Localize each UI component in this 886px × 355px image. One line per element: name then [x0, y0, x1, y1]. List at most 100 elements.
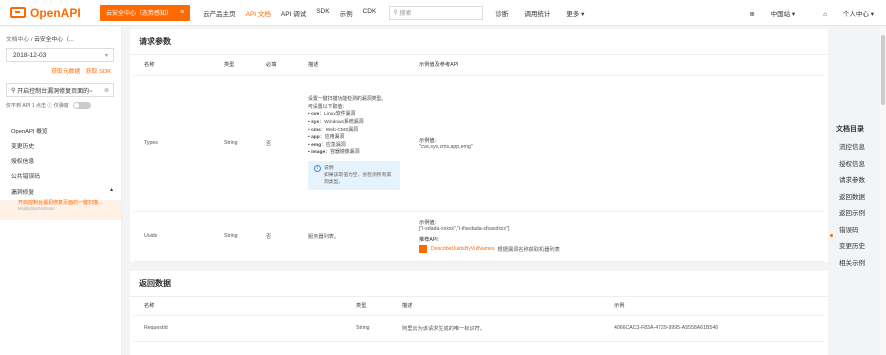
region-label: 中国站 ▾: [770, 10, 796, 18]
table-row: Uuids String 否 服务器列表。 示例值： ["i-sdada-xxx…: [134, 211, 824, 262]
toc-item-response-data[interactable]: 返回数据: [836, 191, 865, 201]
nav-sdk[interactable]: SDK: [316, 8, 329, 18]
sidebar-links: 获取元数据 获取 SDK: [47, 66, 111, 75]
top-navigation-bar: OpenAPI 云安全中心（态势感知） ≡ 云产品主页 API 文档 API 调…: [0, 0, 886, 26]
clear-icon[interactable]: ⊗: [104, 87, 109, 94]
api-filter-input[interactable]: ⚲ 开启控制台漏洞修复页面的~ ⊗: [6, 83, 114, 97]
list-item: sys：Windows系统漏洞: [308, 119, 409, 127]
toc-item-auth[interactable]: 授权信息: [836, 158, 865, 168]
list-item: app：应用漏洞: [308, 134, 409, 142]
selected-item-subtitle: ModifyStartVulScan: [18, 206, 55, 211]
col-description: 描述: [392, 297, 604, 316]
table-header-row: 名称 类型 描述 示例: [134, 297, 824, 316]
col-required: 必填: [256, 55, 298, 76]
col-example: 示例: [604, 297, 824, 316]
table-header-row: 名称 类型 必填 描述 示例值及参考API: [134, 55, 824, 76]
get-sdk-link[interactable]: 获取 SDK: [86, 69, 111, 75]
globe-icon: ⊕: [749, 10, 757, 18]
toc-item-error-codes[interactable]: 错误码: [836, 224, 865, 234]
region-selector[interactable]: ⊕ 中国站 ▾: [735, 8, 795, 18]
nav-cdk[interactable]: CDK: [363, 8, 377, 18]
col-description: 描述: [298, 55, 409, 76]
sidebar-group-label: 漏洞修复: [11, 190, 35, 196]
get-metadata-link[interactable]: 获取元数据: [51, 69, 80, 75]
sidebar-item-overview[interactable]: OpenAPI 概览: [11, 126, 48, 135]
toc-item-changelog[interactable]: 变更历史: [836, 240, 865, 250]
toc-item-request-params[interactable]: 请求参数: [836, 174, 865, 184]
api-icon: [419, 245, 427, 253]
nav-api-debug[interactable]: API 调试: [281, 8, 306, 18]
nav-product-home[interactable]: 云产品主页: [203, 8, 236, 18]
param-example-cell: 示例值： "cve,sys,cms,app,emg": [409, 75, 824, 212]
col-type: 类型: [214, 55, 256, 76]
doc-toc: 文档目录 流控信息 授权信息 请求参数 返回数据 返回示例 错误码 变更历史 相…: [836, 124, 865, 273]
toc-item-related-examples[interactable]: 相关示例: [836, 257, 865, 267]
example-label: 示例值：: [419, 220, 440, 226]
note-title: 说明: [324, 165, 334, 171]
vertical-scrollbar[interactable]: [880, 27, 886, 355]
user-label: 个人中心 ▾: [842, 10, 874, 18]
version-value: 2018-12-03: [13, 51, 47, 59]
breadcrumb-root[interactable]: 文档中心: [6, 37, 29, 43]
chevron-up-icon: ▴: [110, 187, 113, 193]
sidebar-item-auth[interactable]: 授权信息: [11, 156, 34, 165]
main-nav: 云产品主页 API 文档 API 调试 SDK 示例 CDK: [198, 8, 381, 18]
logo-text: OpenAPI: [30, 5, 81, 20]
param-description: 设置一键扫描功能检测的漏洞类型。 可设置以下取值： cve：Linux软件漏洞 …: [298, 75, 409, 212]
search-input[interactable]: ⚲ 搜索: [389, 5, 484, 20]
product-name: 云安全中心（态势感知）: [106, 11, 173, 17]
example-label: 示例值：: [419, 137, 440, 144]
toc-active-indicator: [830, 234, 833, 237]
version-select[interactable]: 2018-12-03 ▾: [6, 48, 114, 62]
response-data-title: 返回数据: [139, 279, 171, 288]
toc-item-throttling[interactable]: 流控信息: [836, 141, 865, 151]
filter-options-label: 仅不到 API 1 点击 ⓘ 仅弹窗: [6, 103, 69, 109]
sidebar-item-error-codes[interactable]: 公共错误码: [11, 171, 40, 180]
col-name: 名称: [134, 55, 214, 76]
user-center[interactable]: ⌂ 个人中心 ▾: [809, 8, 874, 18]
nav-api-docs[interactable]: API 文档: [246, 8, 271, 18]
example-value: "cve,sys,cms,app,emg": [419, 143, 473, 150]
user-icon: ⌂: [823, 10, 829, 18]
field-description: 阿里云为该请求生成的唯一标识符。: [392, 315, 604, 342]
param-type: String: [214, 211, 256, 262]
col-type: 类型: [346, 297, 392, 316]
param-example-cell: 示例值： ["i-sdada-xxxxx","i-ifsedada-sfsasd…: [409, 211, 824, 262]
toc-item-response-example[interactable]: 返回示例: [836, 207, 865, 217]
recommended-api-label: 推荐API:: [419, 237, 440, 243]
right-tools: ⊕ 中国站 ▾ ⌂ 个人中心 ▾: [721, 8, 874, 18]
nav-diagnose[interactable]: 诊断: [495, 8, 508, 18]
scrollbar-thumb[interactable]: [881, 35, 885, 105]
breadcrumb: 文档中心 / 云安全中心（...: [6, 34, 74, 43]
openapi-logo[interactable]: OpenAPI: [10, 6, 90, 20]
toc-title: 文档目录: [836, 126, 864, 133]
left-sidebar: 文档中心 / 云安全中心（... 2018-12-03 ▾ 获取元数据 获取 S…: [0, 27, 122, 355]
list-item: emg：应急漏洞: [308, 142, 409, 150]
sidebar-item-modify-start-vul-scan[interactable]: 开启控制台漏洞修复页面的一键扫描... ModifyStartVulScan: [0, 200, 121, 220]
list-item: cve：Linux软件漏洞: [308, 111, 409, 119]
breadcrumb-separator: /: [30, 37, 33, 43]
product-switch-button[interactable]: 云安全中心（态势感知） ≡: [100, 4, 191, 21]
logo-icon: [10, 7, 26, 18]
nav-more[interactable]: 更多 ▾: [566, 8, 584, 18]
note-body: 如果该取值为空，会检测所有漏洞类型。: [324, 172, 392, 185]
sidebar-item-changelog[interactable]: 变更历史: [11, 141, 34, 150]
field-name: RequestId: [134, 315, 346, 342]
desc-intro: 设置一键扫描功能检测的漏洞类型。: [308, 97, 387, 103]
param-required: 否: [256, 211, 298, 262]
filter-toggle[interactable]: [72, 102, 91, 109]
nav-examples[interactable]: 示例: [340, 8, 353, 18]
param-name: Types: [134, 75, 214, 212]
response-data-card: 返回数据 名称 类型 描述 示例 RequestId String 阿里云为该请…: [130, 271, 828, 355]
col-name: 名称: [134, 297, 346, 316]
table-row: RequestId String 阿里云为该请求生成的唯一标识符。 4066CA…: [134, 315, 824, 342]
request-params-card: 请求参数 名称 类型 必填 描述 示例值及参考API Types String …: [130, 29, 828, 262]
recommended-api-link[interactable]: DescribeUuidsByVulNames: [431, 246, 495, 252]
sidebar-group-vuln-fix[interactable]: 漏洞修复 ▴: [11, 187, 121, 196]
nav-call-stats[interactable]: 调用统计: [524, 8, 550, 18]
note-box: i 说明 如果该取值为空，会检测所有漏洞类型。: [308, 160, 400, 190]
request-params-title: 请求参数: [139, 37, 171, 46]
search-placeholder: 搜索: [399, 11, 412, 17]
request-params-table: 名称 类型 必填 描述 示例值及参考API Types String 否 设置一…: [134, 55, 824, 262]
table-row: Types String 否 设置一键扫描功能检测的漏洞类型。 可设置以下取值：…: [134, 75, 824, 212]
